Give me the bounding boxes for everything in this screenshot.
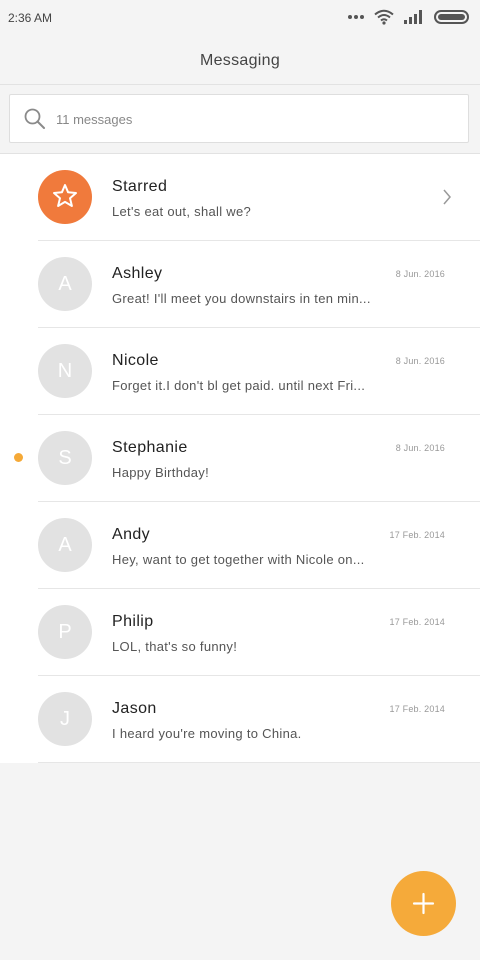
battery-icon bbox=[434, 10, 470, 24]
message-list: Starred Let's eat out, shall we? A Ashle… bbox=[0, 154, 480, 763]
status-time: 2:36 AM bbox=[8, 11, 53, 25]
app-header: Messaging bbox=[0, 36, 480, 85]
contact-name: Starred bbox=[112, 178, 168, 195]
message-preview: Happy Birthday! bbox=[112, 465, 209, 480]
message-date: 17 Feb. 2014 bbox=[389, 617, 445, 627]
avatar: N bbox=[38, 344, 92, 398]
message-date: 17 Feb. 2014 bbox=[389, 704, 445, 714]
wifi-icon bbox=[374, 9, 394, 25]
list-item[interactable]: N Nicole Forget it.I don't bl get paid. … bbox=[0, 328, 480, 415]
contact-name: Ashley bbox=[112, 265, 163, 282]
avatar: A bbox=[38, 257, 92, 311]
contact-name: Nicole bbox=[112, 352, 159, 369]
message-preview: LOL, that's so funny! bbox=[112, 639, 238, 654]
list-item[interactable]: P Philip LOL, that's so funny! 17 Feb. 2… bbox=[0, 589, 480, 676]
message-preview: Let's eat out, shall we? bbox=[112, 204, 252, 219]
signal-icon bbox=[404, 10, 424, 24]
starred-avatar bbox=[38, 170, 92, 224]
list-item[interactable]: A Andy Hey, want to get together with Ni… bbox=[0, 502, 480, 589]
message-preview: I heard you're moving to China. bbox=[112, 726, 302, 741]
message-date: 8 Jun. 2016 bbox=[395, 356, 445, 366]
list-item-starred[interactable]: Starred Let's eat out, shall we? bbox=[0, 154, 480, 241]
message-preview: Hey, want to get together with Nicole on… bbox=[112, 552, 365, 567]
page-title: Messaging bbox=[199, 52, 281, 69]
search-box[interactable] bbox=[9, 94, 469, 143]
contact-name: Stephanie bbox=[112, 439, 188, 456]
status-icons bbox=[348, 9, 470, 25]
list-item[interactable]: A Ashley Great! I'll meet you downstairs… bbox=[0, 241, 480, 328]
message-date: 17 Feb. 2014 bbox=[389, 530, 445, 540]
message-preview: Forget it.I don't bl get paid. until nex… bbox=[112, 378, 366, 393]
message-preview: Great! I'll meet you downstairs in ten m… bbox=[112, 291, 371, 306]
contact-name: Philip bbox=[112, 613, 154, 630]
avatar: P bbox=[38, 605, 92, 659]
avatar: J bbox=[38, 692, 92, 746]
message-date: 8 Jun. 2016 bbox=[395, 443, 445, 453]
plus-icon bbox=[412, 892, 435, 915]
search-icon bbox=[24, 108, 46, 135]
star-icon bbox=[53, 184, 77, 207]
divider bbox=[38, 762, 480, 763]
new-message-button[interactable] bbox=[391, 871, 456, 936]
contact-name: Andy bbox=[112, 526, 151, 543]
avatar: S bbox=[38, 431, 92, 485]
status-bar: 2:36 AM bbox=[0, 0, 480, 36]
avatar: A bbox=[38, 518, 92, 572]
more-dots-icon bbox=[348, 14, 364, 20]
list-item[interactable]: J Jason I heard you're moving to China. … bbox=[0, 676, 480, 763]
chevron-right-icon bbox=[442, 189, 452, 210]
search-input[interactable] bbox=[56, 105, 456, 133]
message-date: 8 Jun. 2016 bbox=[395, 269, 445, 279]
contact-name: Jason bbox=[112, 700, 157, 717]
list-item[interactable]: S Stephanie Happy Birthday! 8 Jun. 2016 bbox=[0, 415, 480, 502]
unread-indicator bbox=[14, 453, 23, 462]
